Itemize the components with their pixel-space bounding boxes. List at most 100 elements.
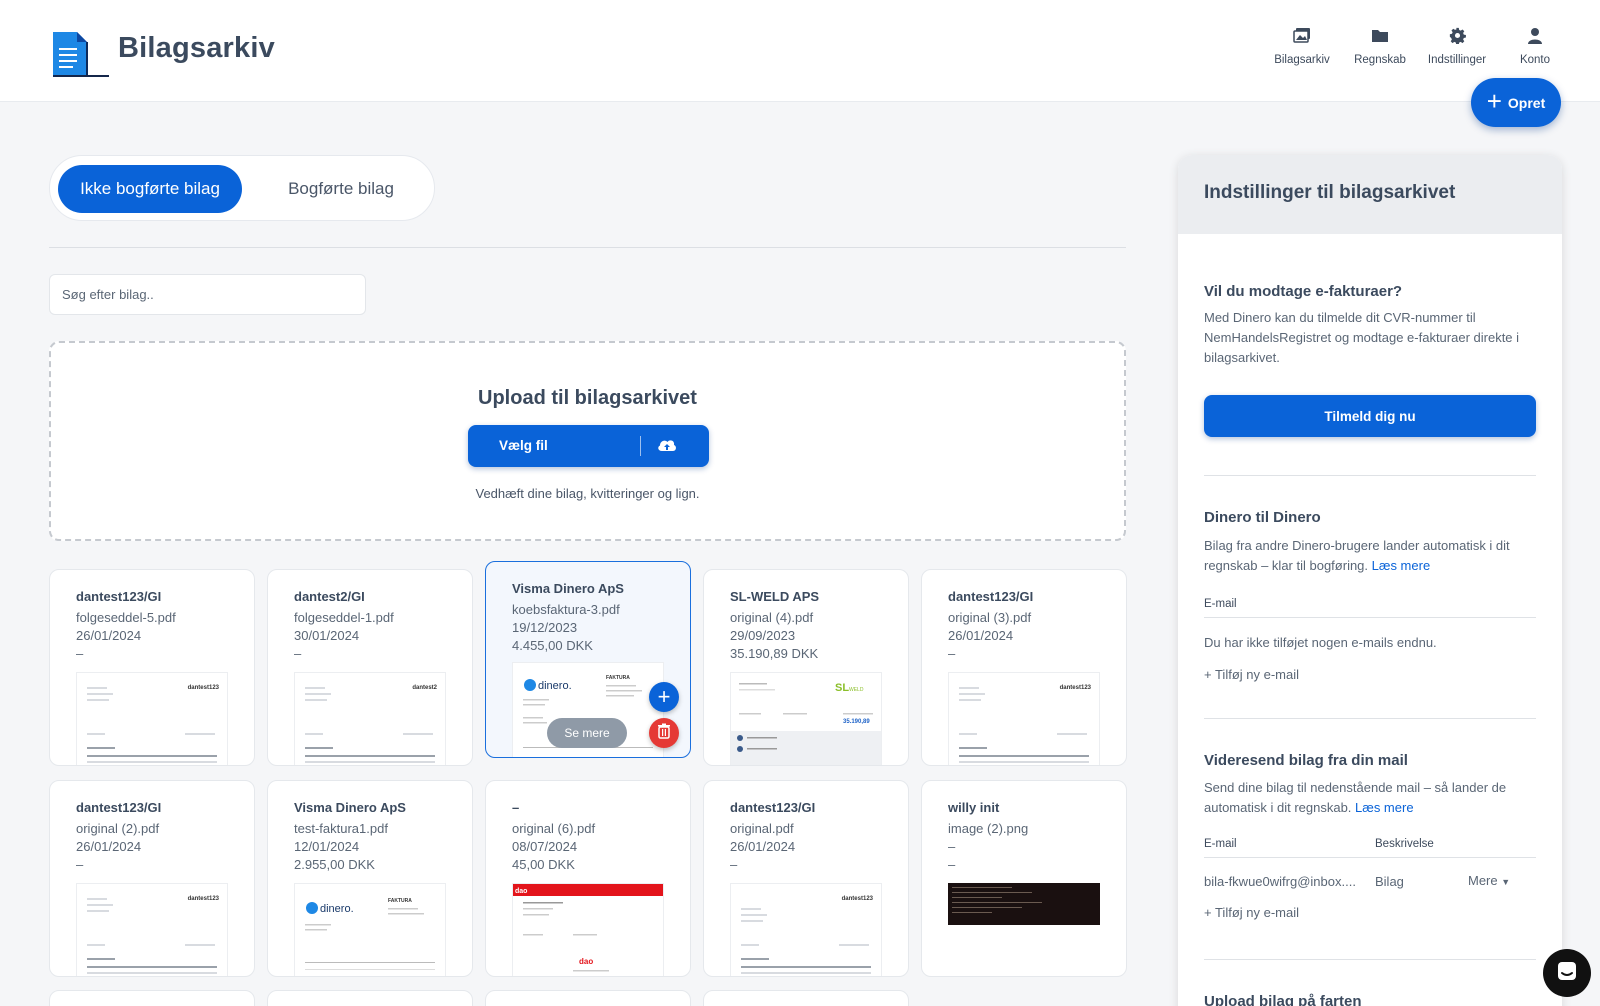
add-voucher-button[interactable]: + [649, 682, 679, 712]
add-email-link[interactable]: + Tilføj ny e-mail [1204, 667, 1299, 682]
description-column-label: Beskrivelse [1375, 838, 1434, 850]
read-more-link[interactable]: Læs mere [1372, 558, 1431, 573]
upload-title: Upload til bilagsarkivet [478, 387, 697, 409]
card-date: 08/07/2024 [512, 839, 578, 854]
slweld-invoice-preview: SL WELD 35.190,89 [731, 682, 881, 765]
images-icon [1293, 24, 1311, 46]
card-sender: Visma Dinero ApS [294, 800, 406, 815]
document-thumbnail: dao dao [512, 883, 664, 976]
einvoice-heading: Vil du modtage e-fakturaer? [1204, 283, 1403, 300]
receipt-card[interactable]: willy init image (2).png – – [921, 780, 1127, 977]
svg-text:dinero.: dinero. [538, 680, 572, 692]
svg-text:WELD: WELD [849, 687, 864, 693]
svg-text:SL: SL [835, 682, 849, 694]
choose-file-label: Vælg fil [499, 438, 548, 453]
card-amount: – [948, 646, 956, 661]
nav-indstillinger[interactable]: Indstillinger [1417, 24, 1497, 66]
svg-text:dinero.: dinero. [320, 903, 354, 915]
receipt-card[interactable] [703, 990, 909, 1006]
tab-switcher: Ikke bogførte bilag Bogførte bilag [49, 155, 435, 221]
card-sender: willy init [948, 800, 1000, 815]
divider [1204, 475, 1536, 476]
email-column-label: E-mail [1204, 598, 1237, 610]
forward-heading: Videresend bilag fra din mail [1204, 752, 1408, 769]
nav-konto[interactable]: Konto [1495, 24, 1575, 66]
card-amount: – [730, 857, 738, 872]
create-button[interactable]: + Opret [1471, 78, 1561, 127]
delete-button[interactable] [649, 718, 679, 748]
nav-label: Bilagsarkiv [1274, 54, 1330, 66]
see-more-button[interactable]: Se mere [547, 718, 627, 748]
card-amount: 2.955,00 DKK [294, 857, 375, 872]
app-logo [53, 32, 109, 77]
receipt-card[interactable] [267, 990, 473, 1006]
panel-header: Indstillinger til bilagsarkivet [1178, 155, 1562, 234]
receipt-card[interactable]: dantest2/GI folgeseddel-1.pdf 30/01/2024… [267, 569, 473, 766]
add-email-link[interactable]: + Tilføj ny e-mail [1204, 905, 1299, 920]
divider [1204, 718, 1536, 719]
svg-text:FAKTURA: FAKTURA [388, 898, 412, 904]
card-date: 26/01/2024 [730, 839, 796, 854]
more-dropdown[interactable]: Mere ▼ [1468, 873, 1510, 888]
trash-icon [657, 723, 671, 744]
card-date: 30/01/2024 [294, 628, 360, 643]
nav-regnskab[interactable]: Regnskab [1340, 24, 1420, 66]
d2d-description: Bilag fra andre Dinero-brugere lander au… [1204, 538, 1510, 573]
nav-label: Konto [1519, 54, 1551, 66]
receipt-card[interactable]: SL-WELD APS original (4).pdf 29/09/2023 … [703, 569, 909, 766]
card-amount: – [76, 857, 84, 872]
card-date: 26/01/2024 [948, 628, 1014, 643]
forward-description-value: Bilag [1375, 874, 1404, 889]
receipt-card[interactable]: dantest123/GI original (2).pdf 26/01/202… [49, 780, 255, 977]
card-filename: original (3).pdf [948, 610, 1032, 625]
search-input[interactable] [49, 274, 366, 315]
d2d-heading: Dinero til Dinero [1204, 509, 1321, 526]
plus-icon: + [1486, 86, 1502, 116]
card-amount: 4.455,00 DKK [512, 638, 593, 653]
upload-dropzone[interactable]: Upload til bilagsarkivet Vælg fil Vedhæf… [49, 341, 1126, 541]
document-thumbnail: dantest123 [76, 883, 228, 976]
card-filename: folgeseddel-5.pdf [76, 610, 176, 625]
chevron-down-icon: ▼ [1501, 877, 1511, 887]
plus-icon: + [657, 684, 671, 709]
chat-icon [1555, 959, 1579, 988]
upload-on-the-go-heading: Upload bilag på farten [1204, 993, 1362, 1006]
document-thumbnail: dantest123 [76, 672, 228, 765]
document-thumbnail: dantest123 [948, 672, 1100, 765]
divider [1204, 959, 1536, 960]
card-filename: test-faktura1.pdf [294, 821, 388, 836]
signup-button[interactable]: Tilmeld dig nu [1204, 395, 1536, 437]
tab-unposted[interactable]: Ikke bogførte bilag [58, 165, 242, 213]
receipt-card[interactable]: – original (6).pdf 08/07/2024 45,00 DKK … [485, 780, 691, 977]
chat-launcher-button[interactable] [1543, 949, 1591, 997]
forward-text: Send dine bilag til nedenstående mail – … [1204, 778, 1538, 818]
receipt-card[interactable]: dantest123/GI folgeseddel-5.pdf 26/01/20… [49, 569, 255, 766]
receipt-card-selected[interactable]: Visma Dinero ApS koebsfaktura-3.pdf 19/1… [485, 561, 691, 758]
nav-label: Regnskab [1354, 54, 1406, 66]
read-more-link[interactable]: Læs mere [1355, 800, 1414, 815]
nav-bilagsarkiv[interactable]: Bilagsarkiv [1262, 24, 1342, 66]
card-sender: dantest123/GI [76, 589, 162, 604]
card-date: – [948, 839, 956, 854]
document-thumbnail: dantest123 [730, 883, 882, 976]
divider [1204, 857, 1536, 858]
app-title: Bilagsarkiv [118, 32, 275, 64]
svg-text:dao: dao [515, 888, 527, 895]
forward-email-value: bila-fkwue0wifrg@inbox.... [1204, 874, 1356, 889]
card-sender: SL-WELD APS [730, 589, 820, 604]
card-sender: dantest2/GI [294, 589, 365, 604]
receipt-card[interactable]: dantest123/GI original (3).pdf 26/01/202… [921, 569, 1127, 766]
receipt-card[interactable]: dantest123/GI original.pdf 26/01/2024 – … [703, 780, 909, 977]
tab-posted[interactable]: Bogførte bilag [266, 165, 416, 213]
choose-file-button[interactable]: Vælg fil [468, 425, 709, 467]
receipt-card[interactable] [49, 990, 255, 1006]
card-sender: dantest123/GI [76, 800, 162, 815]
button-separator [640, 436, 641, 456]
upload-hint: Vedhæft dine bilag, kvitteringer og lign… [475, 486, 700, 501]
card-date: 26/01/2024 [76, 839, 142, 854]
einvoice-text: Med Dinero kan du tilmelde dit CVR-numme… [1204, 310, 1520, 365]
receipt-card[interactable] [485, 990, 691, 1006]
card-filename: folgeseddel-1.pdf [294, 610, 394, 625]
receipt-card[interactable]: Visma Dinero ApS test-faktura1.pdf 12/01… [267, 780, 473, 977]
card-amount: – [948, 857, 956, 872]
